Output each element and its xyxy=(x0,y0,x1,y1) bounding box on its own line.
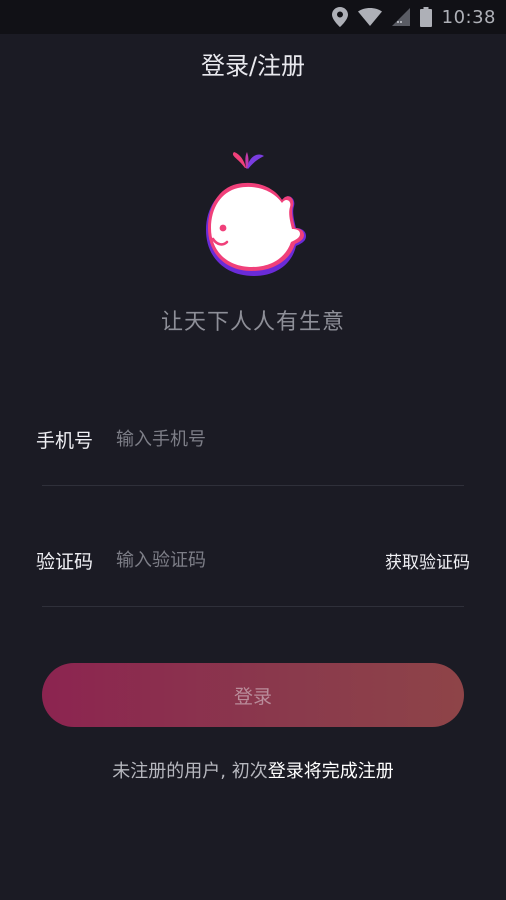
status-time: 10:38 xyxy=(441,6,496,28)
code-row: 验证码 获取验证码 xyxy=(36,541,470,581)
page-title: 登录/注册 xyxy=(200,52,306,80)
phone-input[interactable] xyxy=(116,422,356,456)
whale-logo xyxy=(196,150,308,280)
phone-label: 手机号 xyxy=(36,430,94,452)
code-label: 验证码 xyxy=(36,551,94,573)
phone-row: 手机号 xyxy=(36,420,470,460)
register-hint: 未注册的用户, 初次登录将完成注册 xyxy=(0,757,506,783)
signal-icon xyxy=(391,8,410,26)
register-hint-emphasis: 登录将完成注册 xyxy=(267,761,394,782)
status-bar: 10:38 xyxy=(0,0,506,34)
phone-divider xyxy=(42,485,464,486)
wifi-icon xyxy=(357,8,382,26)
battery-icon xyxy=(419,7,432,27)
code-divider xyxy=(42,606,464,607)
status-icons: 10:38 xyxy=(331,0,496,34)
location-icon xyxy=(331,7,348,27)
login-button[interactable]: 登录 xyxy=(42,663,464,727)
code-input[interactable] xyxy=(116,543,356,577)
register-hint-prefix: 未注册的用户, 初次 xyxy=(112,761,268,782)
slogan: 让天下人人有生意 xyxy=(160,310,345,335)
get-code-button[interactable]: 获取验证码 xyxy=(385,548,470,573)
